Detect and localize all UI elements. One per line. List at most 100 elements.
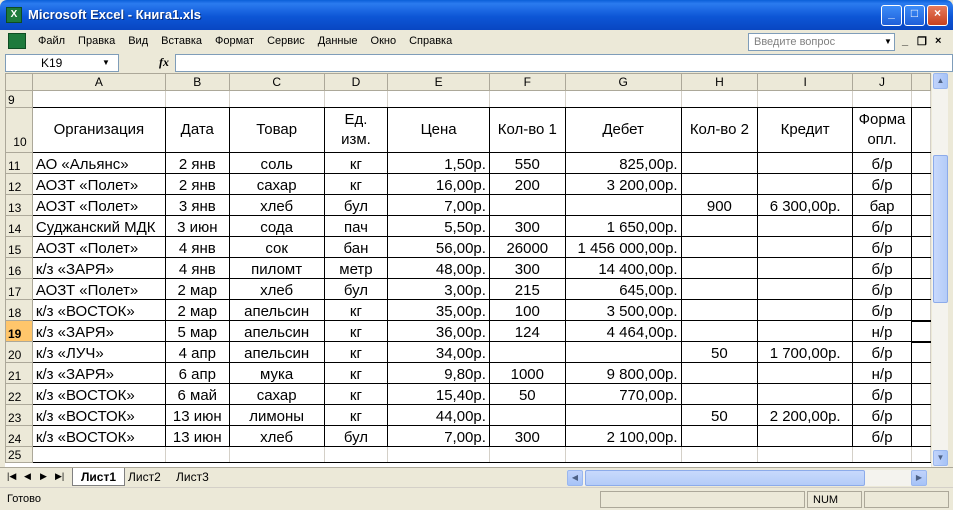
fx-icon[interactable]: fx <box>159 55 169 70</box>
column-header[interactable]: D <box>323 73 389 91</box>
doc-minimize-icon[interactable]: _ <box>902 35 908 47</box>
cell[interactable] <box>911 362 931 384</box>
cell[interactable]: 9 800,00р. <box>564 362 682 384</box>
menu-item[interactable]: Вставка <box>161 35 202 47</box>
column-header[interactable]: E <box>387 73 490 91</box>
cell[interactable]: б/р <box>852 383 913 405</box>
cell[interactable]: 3 500,00р. <box>564 299 682 321</box>
cell[interactable]: к/з «ВОСТОК» <box>31 299 166 321</box>
horizontal-scroll-thumb[interactable] <box>585 470 865 486</box>
cell[interactable]: 5 мар <box>164 320 230 342</box>
cell[interactable]: кг <box>323 152 389 174</box>
row-header[interactable]: 15 <box>5 236 33 258</box>
cell[interactable]: хлеб <box>228 425 325 447</box>
header-cell[interactable]: Форма опл. <box>852 107 913 153</box>
scroll-up-icon[interactable]: ▲ <box>933 73 948 89</box>
cell[interactable]: к/з «ЗАРЯ» <box>31 362 166 384</box>
cell[interactable]: н/р <box>852 320 913 342</box>
row-header[interactable]: 23 <box>5 404 33 426</box>
row-header[interactable]: 25 <box>5 446 33 463</box>
cell[interactable]: кг <box>323 362 389 384</box>
cell[interactable]: к/з «ВОСТОК» <box>31 425 166 447</box>
column-header[interactable]: I <box>757 73 854 91</box>
cell[interactable]: 2 мар <box>164 299 230 321</box>
cell[interactable] <box>680 362 759 384</box>
cell[interactable]: соль <box>228 152 325 174</box>
cell[interactable] <box>564 341 682 363</box>
doc-close-icon[interactable]: × <box>935 35 941 47</box>
cell[interactable] <box>911 299 931 321</box>
cell[interactable] <box>680 173 759 195</box>
cell[interactable]: 34,00р. <box>387 341 490 363</box>
cell[interactable]: 50 <box>680 341 759 363</box>
sheet-tab[interactable]: Лист1 <box>72 468 126 486</box>
header-cell[interactable]: Кол-во 1 <box>488 107 566 153</box>
cell[interactable] <box>680 236 759 258</box>
cell[interactable]: кг <box>323 173 389 195</box>
cell[interactable] <box>488 194 566 216</box>
cell[interactable]: 100 <box>488 299 566 321</box>
column-header[interactable]: J <box>852 73 913 91</box>
menu-item[interactable]: Вид <box>128 35 148 47</box>
header-cell[interactable]: Организация <box>31 107 166 153</box>
sheet-tab[interactable]: Лист2 <box>120 468 169 486</box>
cell[interactable] <box>911 152 931 174</box>
cell[interactable] <box>680 152 759 174</box>
cell[interactable]: 6 май <box>164 383 230 405</box>
vertical-scrollbar[interactable]: ▲ ▼ <box>931 73 948 467</box>
cell[interactable]: хлеб <box>228 278 325 300</box>
cell[interactable]: 645,00р. <box>564 278 682 300</box>
cell[interactable]: 300 <box>488 425 566 447</box>
doc-restore-icon[interactable]: ❐ <box>917 35 927 48</box>
cell[interactable]: метр <box>323 257 389 279</box>
row-header[interactable]: 24 <box>5 425 33 447</box>
row-header[interactable]: 21 <box>5 362 33 384</box>
header-cell[interactable]: Цена <box>387 107 490 153</box>
cell[interactable] <box>387 446 490 463</box>
row-header[interactable]: 17 <box>5 278 33 300</box>
cell[interactable]: 3 июн <box>164 215 230 237</box>
cell[interactable] <box>911 194 931 216</box>
row-header[interactable]: 9 <box>5 90 33 108</box>
cell[interactable] <box>680 90 759 108</box>
row-header[interactable]: 14 <box>5 215 33 237</box>
cell[interactable]: б/р <box>852 173 913 195</box>
cell[interactable]: 300 <box>488 257 566 279</box>
cell[interactable] <box>911 446 931 463</box>
cell[interactable]: бан <box>323 236 389 258</box>
cell[interactable] <box>680 383 759 405</box>
cell[interactable]: бар <box>852 194 913 216</box>
cell[interactable]: бул <box>323 278 389 300</box>
menu-item[interactable]: Данные <box>318 35 358 47</box>
cell[interactable] <box>680 446 759 463</box>
cell[interactable]: кг <box>323 383 389 405</box>
cell[interactable]: 124 <box>488 320 566 342</box>
cell[interactable]: 900 <box>680 194 759 216</box>
cell[interactable]: б/р <box>852 215 913 237</box>
cell[interactable]: 2 мар <box>164 278 230 300</box>
menu-item[interactable]: Окно <box>371 35 397 47</box>
cell[interactable]: к/з «ЛУЧ» <box>31 341 166 363</box>
cell[interactable] <box>680 257 759 279</box>
cell[interactable]: 1 650,00р. <box>564 215 682 237</box>
cell[interactable]: 4 464,00р. <box>564 320 682 342</box>
header-cell[interactable]: Дата <box>164 107 230 153</box>
cell[interactable]: 2 янв <box>164 152 230 174</box>
cell[interactable]: пач <box>323 215 389 237</box>
cell[interactable]: 1 700,00р. <box>757 341 854 363</box>
menu-item[interactable]: Правка <box>78 35 115 47</box>
cell[interactable]: сок <box>228 236 325 258</box>
cell[interactable] <box>911 215 931 237</box>
cell[interactable]: б/р <box>852 404 913 426</box>
cell[interactable] <box>757 362 854 384</box>
close-button[interactable]: × <box>927 5 948 26</box>
cell[interactable] <box>757 299 854 321</box>
cell[interactable]: 56,00р. <box>387 236 490 258</box>
cell[interactable]: апельсин <box>228 341 325 363</box>
scroll-left-icon[interactable]: ◀ <box>567 470 583 486</box>
column-header[interactable]: F <box>488 73 566 91</box>
cell[interactable]: 7,00р. <box>387 194 490 216</box>
cell[interactable]: пиломт <box>228 257 325 279</box>
column-header[interactable]: A <box>31 73 166 91</box>
workbook-icon[interactable] <box>8 33 26 49</box>
